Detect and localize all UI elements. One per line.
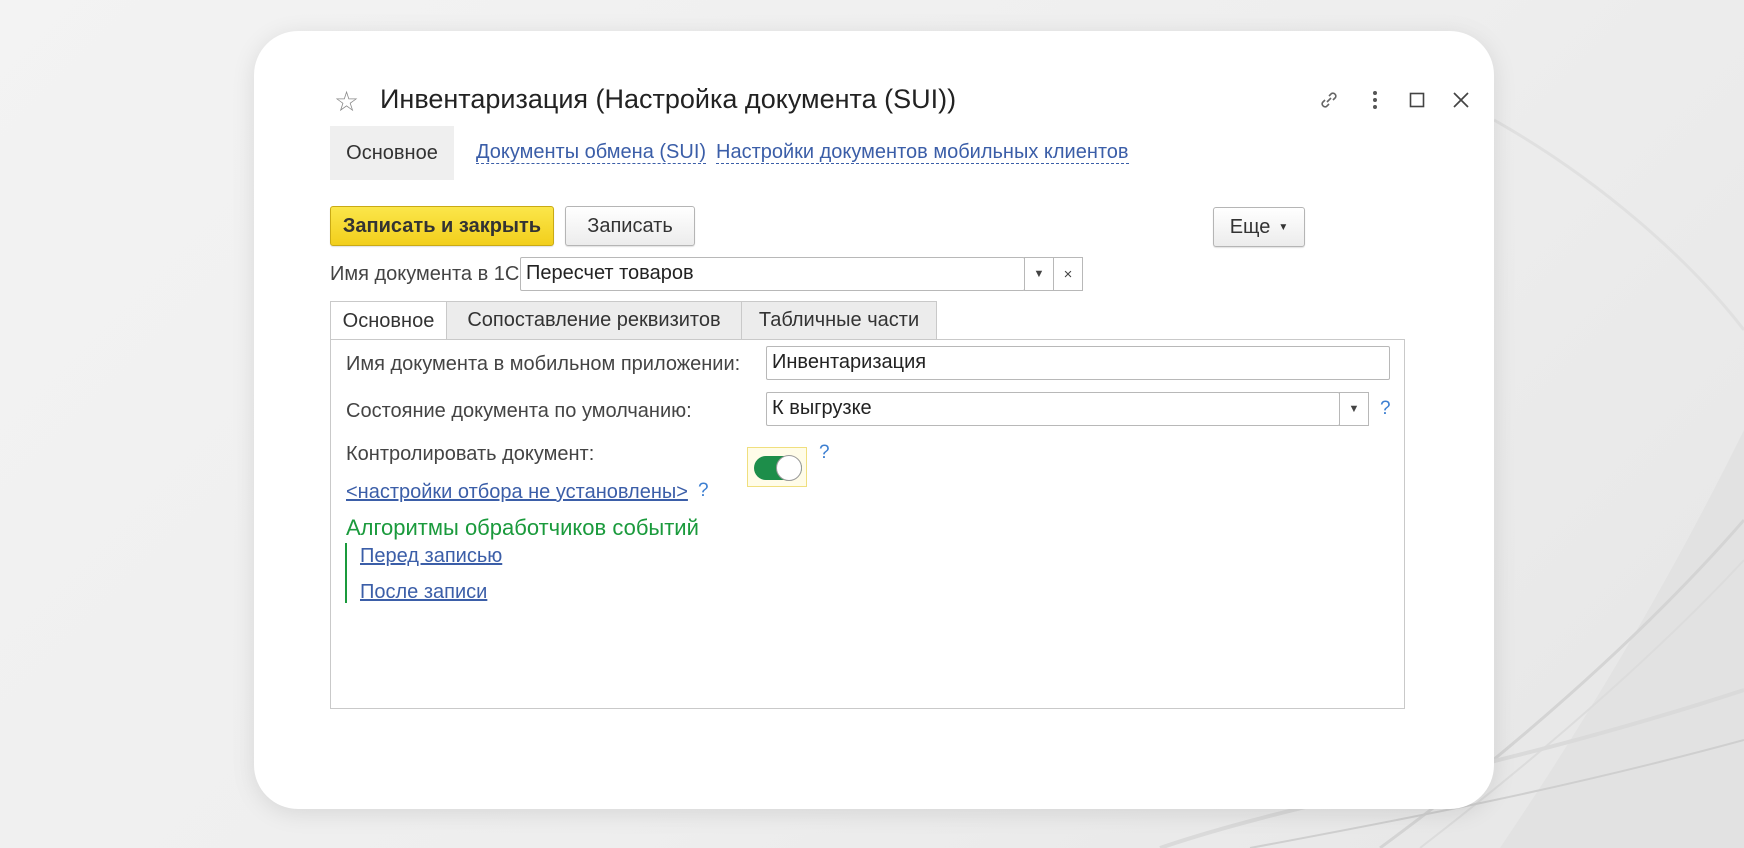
form-link-mobile-client-settings[interactable]: Настройки документов мобильных клиентов: [716, 141, 1129, 164]
help-icon[interactable]: ?: [1380, 398, 1391, 420]
control-toggle-frame: [747, 447, 807, 487]
filter-settings-link[interactable]: <настройки отбора не установлены>: [346, 481, 688, 504]
more-label: Еще: [1229, 215, 1271, 238]
group-divider: [345, 543, 347, 603]
chevron-down-icon: ▼: [1348, 403, 1360, 415]
default-state-label: Состояние документа по умолчанию:: [346, 400, 692, 422]
after-write-link[interactable]: После записи: [360, 581, 487, 604]
event-handlers-group-title: Алгоритмы обработчиков событий: [346, 515, 699, 540]
doc-name-1c-input[interactable]: Пересчет товаров: [520, 257, 1025, 291]
control-label: Контролировать документ:: [346, 443, 595, 465]
default-state-dropdown[interactable]: ▼: [1339, 392, 1369, 426]
tab-bar: Основное Сопоставление реквизитов Таблич…: [330, 301, 1330, 341]
clear-icon: ×: [1063, 265, 1073, 283]
save-and-close-button[interactable]: Записать и закрыть: [330, 206, 554, 246]
maximize-icon[interactable]: [1400, 83, 1434, 117]
chevron-down-icon: ▼: [1033, 268, 1045, 280]
tab-panel-main: Имя документа в мобильном приложении: Ин…: [330, 339, 1405, 709]
tab-main[interactable]: Основное: [330, 301, 447, 341]
mobile-name-label: Имя документа в мобильном приложении:: [346, 353, 741, 375]
doc-name-1c-clear[interactable]: ×: [1053, 257, 1083, 291]
doc-name-1c-dropdown[interactable]: ▼: [1024, 257, 1054, 291]
help-icon[interactable]: ?: [819, 442, 830, 464]
before-write-link[interactable]: Перед записью: [360, 545, 502, 568]
link-icon[interactable]: [1312, 83, 1346, 117]
star-icon[interactable]: ☆: [334, 87, 359, 117]
tab-table-parts[interactable]: Табличные части: [741, 301, 937, 340]
doc-name-1c-label: Имя документа в 1С:: [330, 263, 525, 285]
mobile-name-input[interactable]: Инвентаризация: [766, 346, 1390, 380]
toggle-knob: [776, 455, 802, 481]
form-tab-main[interactable]: Основное: [330, 126, 454, 180]
form-navigation: Основное Документы обмена (SUI) Настройк…: [330, 126, 1230, 180]
document-settings-window: ☆ Инвентаризация (Настройка документа (S…: [254, 31, 1494, 809]
title-bar: ☆ Инвентаризация (Настройка документа (S…: [334, 81, 1469, 125]
chevron-down-icon: ▼: [1278, 221, 1289, 233]
more-vert-icon[interactable]: [1358, 83, 1392, 117]
default-state-select[interactable]: К выгрузке: [766, 392, 1340, 426]
form-link-exchange-documents[interactable]: Документы обмена (SUI): [476, 141, 707, 164]
control-toggle[interactable]: [754, 455, 802, 481]
window-title: Инвентаризация (Настройка документа (SUI…: [380, 84, 957, 114]
help-icon[interactable]: ?: [698, 480, 709, 502]
tab-requisites-mapping[interactable]: Сопоставление реквизитов: [446, 301, 742, 340]
close-icon[interactable]: [1444, 83, 1478, 117]
more-button[interactable]: Еще ▼: [1213, 207, 1305, 247]
save-button[interactable]: Записать: [565, 206, 695, 246]
